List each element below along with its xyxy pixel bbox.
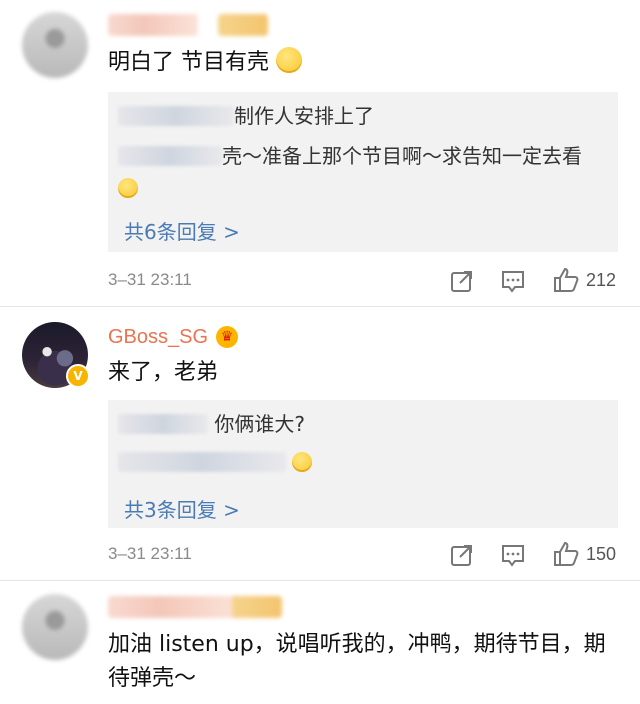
- username[interactable]: GBoss_SG: [108, 326, 208, 349]
- reply-username-redacted: [118, 452, 286, 472]
- comment-2: V GBoss_SG ♛ 来了，老弟 你俩谁大? 共3条回复 > 3–31 23…: [0, 306, 640, 576]
- laugh-cry-emoji-icon: [292, 452, 313, 472]
- like-icon[interactable]: [552, 266, 580, 294]
- username-redacted[interactable]: [108, 14, 198, 36]
- reply-1[interactable]: 你俩谁大?: [118, 408, 305, 440]
- crown-badge-icon[interactable]: ♛: [216, 326, 238, 348]
- comment-text: 来了，老弟: [108, 360, 219, 385]
- laughing-emoji-icon: [276, 47, 302, 73]
- avatar[interactable]: [22, 594, 88, 660]
- comment-icon[interactable]: [500, 542, 526, 568]
- reply-box[interactable]: 你俩谁大? 共3条回复 >: [108, 400, 618, 528]
- user-badge-redacted: [232, 596, 282, 618]
- view-replies-link[interactable]: 共3条回复 >: [124, 494, 240, 523]
- comment-text: 明白了 节目有壳: [108, 46, 302, 80]
- comment-1: 明白了 节目有壳 制作人安排上了 壳～准备上那个节目啊～求告知一定去看 共6条回…: [0, 0, 640, 306]
- avatar[interactable]: [22, 12, 88, 78]
- reply-2[interactable]: [118, 446, 313, 478]
- reply-username-redacted: [118, 414, 208, 434]
- comment-icon[interactable]: [500, 268, 526, 294]
- reply-1[interactable]: 制作人安排上了: [118, 100, 374, 132]
- surprised-emoji-icon: [118, 178, 138, 198]
- share-icon[interactable]: [449, 542, 475, 568]
- reply-2[interactable]: 壳～准备上那个节目啊～求告知一定去看: [118, 140, 608, 204]
- user-badge-redacted: [218, 14, 268, 36]
- share-icon[interactable]: [449, 268, 475, 294]
- timestamp: 3–31 23:11: [108, 270, 192, 289]
- username-redacted[interactable]: [108, 596, 238, 618]
- like-count: 212: [586, 270, 617, 290]
- verified-badge-icon: V: [66, 364, 90, 388]
- like-icon[interactable]: [552, 540, 580, 568]
- comment-3: 加油 listen up，说唱听我的，冲鸭，期待节目，期待弹壳～: [0, 580, 640, 704]
- reply-username-redacted: [118, 146, 222, 166]
- view-replies-link[interactable]: 共6条回复 >: [124, 216, 240, 245]
- like-count: 150: [586, 544, 617, 564]
- timestamp: 3–31 23:11: [108, 544, 192, 563]
- comment-text: 加油 listen up，说唱听我的，冲鸭，期待节目，期待弹壳～: [108, 632, 606, 691]
- reply-box[interactable]: 制作人安排上了 壳～准备上那个节目啊～求告知一定去看 共6条回复 >: [108, 92, 618, 252]
- reply-username-redacted: [118, 106, 234, 126]
